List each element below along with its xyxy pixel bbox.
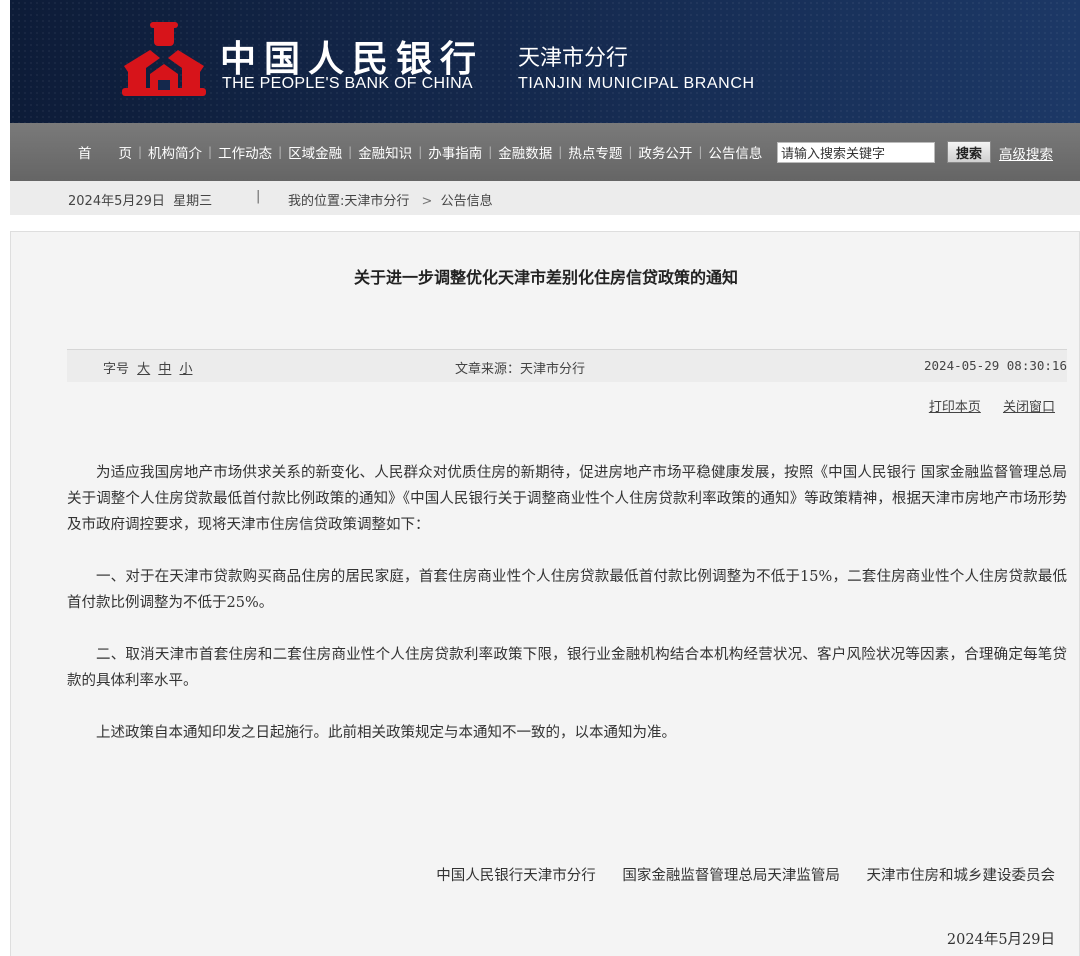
- nav-item-news[interactable]: 工作动态: [212, 142, 278, 162]
- nav-item-regional-finance[interactable]: 区域金融: [282, 142, 348, 162]
- font-size-switcher: 字号 大 中 小: [103, 358, 192, 377]
- search-button[interactable]: 搜索: [947, 141, 991, 163]
- nav-menu: 首 页 | 机构简介 | 工作动态 | 区域金融 | 金融知识 | 办事指南 | 金融数据 | 热点专题 | 政…: [72, 123, 768, 181]
- close-window-link[interactable]: 关闭窗口: [1003, 400, 1055, 415]
- bank-english-name: THE PEOPLE'S BANK OF CHINA: [222, 75, 473, 92]
- nav-item-hot-topics[interactable]: 热点专题: [562, 142, 628, 162]
- signer-pboc-tianjin: 中国人民银行天津市分行: [436, 868, 596, 884]
- article-source: 文章来源：天津市分行: [455, 362, 586, 377]
- print-page-link[interactable]: 打印本页: [929, 400, 981, 415]
- article-actions: 打印本页 关闭窗口: [911, 396, 1055, 415]
- article-paragraph: 二、取消天津市首套住房和二套住房商业性个人住房贷款利率政策下限，银行业金融机构结…: [67, 647, 1067, 689]
- nav-item-about[interactable]: 机构简介: [142, 142, 208, 162]
- issuing-authorities: 中国人民银行天津市分行 国家金融监督管理总局天津监管局 天津市住房和城乡建设委员…: [414, 864, 1055, 885]
- chevron-right-icon: >: [421, 194, 433, 209]
- breadcrumb: 我的位置:天津市分行 > 公告信息: [288, 190, 493, 209]
- article-paragraph: 上述政策自本通知印发之日起施行。此前相关政策规定与本通知不一致的，以本通知为准。: [96, 725, 676, 741]
- pboc-logo-icon: [122, 22, 206, 96]
- breadcrumb-bar: 2024年5月29日 星期三 | 我的位置:天津市分行 > 公告信息: [10, 181, 1080, 215]
- font-size-medium-link[interactable]: 中: [158, 362, 171, 377]
- article-info-row: 字号 大 中 小 文章来源：天津市分行 2024-05-29 08:30:16: [67, 350, 1067, 382]
- main-nav-bar: 首 页 | 机构简介 | 工作动态 | 区域金融 | 金融知识 | 办事指南 | 金融数据 | 热点专题 | 政…: [10, 123, 1080, 181]
- sign-date: 2024年5月29日: [946, 932, 1055, 948]
- current-date: 2024年5月29日 星期三: [68, 194, 213, 209]
- signer-nfra-tianjin: 国家金融监督管理总局天津监管局: [622, 868, 840, 884]
- site-header-banner: 中国人民银行 天津市分行 THE PEOPLE'S BANK OF CHINA …: [10, 0, 1080, 123]
- breadcrumb-home-link[interactable]: 天津市分行: [344, 194, 409, 209]
- nav-item-financial-data[interactable]: 金融数据: [492, 142, 558, 162]
- article-title: 关于进一步调整优化天津市差别化住房信贷政策的通知: [353, 268, 738, 287]
- article-panel: 关于进一步调整优化天津市差别化住房信贷政策的通知 字号 大 中 小 文章来源：天…: [10, 231, 1080, 956]
- breadcrumb-divider: |: [256, 189, 261, 204]
- advanced-search-link[interactable]: 高级搜索: [999, 143, 1053, 163]
- branch-chinese-name: 天津市分行: [518, 46, 629, 71]
- breadcrumb-prefix: 我的位置:: [288, 194, 345, 209]
- nav-item-home[interactable]: 首 页: [72, 142, 138, 162]
- nav-item-financial-knowledge[interactable]: 金融知识: [352, 142, 418, 162]
- breadcrumb-current-link[interactable]: 公告信息: [441, 194, 493, 209]
- font-size-small-link[interactable]: 小: [179, 362, 192, 377]
- publish-time: 2024-05-29 08:30:16: [924, 358, 1067, 373]
- nav-item-announcements[interactable]: 公告信息: [702, 142, 768, 162]
- font-size-label: 字号: [103, 362, 130, 377]
- search-input[interactable]: [777, 142, 935, 163]
- font-size-large-link[interactable]: 大: [137, 362, 150, 377]
- branch-english-name: TIANJIN MUNICIPAL BRANCH: [518, 75, 755, 92]
- article-paragraph: 一、对于在天津市贷款购买商品住房的居民家庭，首套住房商业性个人住房贷款最低首付款…: [67, 569, 1067, 611]
- signer-housing-committee: 天津市住房和城乡建设委员会: [866, 868, 1056, 884]
- nav-item-service-guide[interactable]: 办事指南: [422, 142, 488, 162]
- article-body: 为适应我国房地产市场供求关系的新变化、人民群众对优质住房的新期待，促进房地产市场…: [67, 460, 1067, 772]
- article-paragraph: 为适应我国房地产市场供求关系的新变化、人民群众对优质住房的新期待，促进房地产市场…: [67, 465, 1067, 533]
- nav-item-government-affairs[interactable]: 政务公开: [632, 142, 698, 162]
